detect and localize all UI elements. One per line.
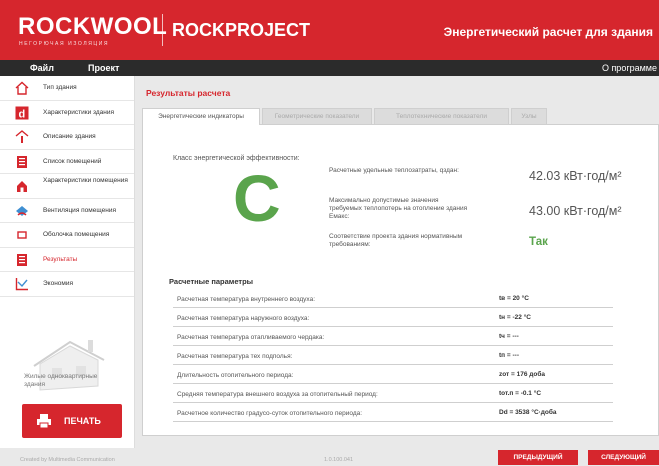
menu-file[interactable]: Файл (30, 63, 54, 73)
envelope-icon (17, 231, 27, 239)
info-house-icon (15, 130, 29, 143)
results-icon (17, 253, 27, 266)
print-button[interactable]: ПЕЧАТЬ (22, 404, 122, 438)
param-row: Расчетная температура отапливаемого черд… (173, 327, 613, 346)
sidebar-item-label: Характеристики помещения (43, 177, 128, 184)
sidebar-item-label: Результаты (43, 255, 78, 263)
sidebar-item-label: Оболочка помещения (43, 231, 110, 238)
sidebar-item-room-list[interactable]: Список помещений (0, 150, 134, 174)
params-title: Расчетные параметры (169, 277, 254, 286)
indicator-value: 43.00 кВт·год/м² (529, 204, 622, 218)
product-name: ROCKPROJECT (172, 20, 311, 40)
param-row: Расчетная температура тех подполья: tп =… (173, 346, 613, 365)
param-label: Расчетная температура наружного воздуха: (177, 315, 310, 322)
room-list-icon (17, 155, 27, 168)
menu-bar: Файл Проект О программе (0, 60, 659, 76)
sidebar-item-building-characteristics[interactable]: d Характеристики здания (0, 101, 134, 125)
sidebar-item-label: Описание здания (43, 133, 96, 140)
indicator-value: 42.03 кВт·год/м² (529, 169, 622, 183)
results-panel: Класс энергетической эффективности: C Ра… (142, 124, 659, 436)
building-type-caption: Жилые одноквартирные здания (24, 373, 98, 388)
next-button[interactable]: СЛЕДУЮЩИЙ (588, 450, 659, 465)
tab-thermal-indicators[interactable]: Теплотехнические показатели (374, 108, 509, 124)
sidebar-item-label: Список помещений (43, 157, 102, 165)
tab-geometric-indicators[interactable]: Геометрические показатели (262, 108, 372, 124)
print-button-label: ПЕЧАТЬ (64, 416, 101, 426)
indicator-label: Расчетные удельные теплозатраты, qздан: (329, 167, 459, 174)
sidebar-item-room-envelope[interactable]: Оболочка помещения (0, 223, 134, 248)
param-value: zот = 176 доба (499, 371, 546, 378)
previous-button[interactable]: ПРЕДЫДУЩИЙ (498, 450, 578, 465)
footer-version: 1.0.100.041 (324, 457, 354, 463)
sidebar-item-economy[interactable]: Экономия (0, 272, 134, 297)
room-characteristics-icon (17, 181, 27, 192)
sidebar-item-room-characteristics[interactable]: Характеристики помещения (0, 174, 134, 199)
param-row: Длительность отопительного периода: zот … (173, 365, 613, 384)
sidebar-item-building-type[interactable]: Тип здания (0, 76, 134, 101)
brand-tagline: НЕГОРЮЧАЯ ИЗОЛЯЦИЯ (19, 41, 110, 47)
param-value: tн = -22 °C (499, 314, 531, 321)
indicator-label: Соответствие проекта здания нормативным … (329, 233, 463, 248)
sidebar: Тип здания d Характеристики здания Описа… (0, 76, 135, 448)
sidebar-item-label: Экономия (43, 280, 74, 287)
param-label: Расчетная температура внутреннего воздух… (177, 296, 316, 303)
param-label: Средняя температура внешнего воздуха за … (177, 391, 378, 398)
sidebar-item-label: Вентиляция помещения (43, 206, 116, 214)
menu-project[interactable]: Проект (88, 63, 119, 73)
indicator-label: Максимально допустимые значения требуемы… (329, 197, 468, 220)
printer-icon (37, 414, 51, 429)
sidebar-item-building-description[interactable]: Описание здания (0, 125, 134, 150)
compliance-value: Так (529, 236, 548, 248)
tab-energy-indicators[interactable]: Энергетические индикаторы (142, 108, 260, 125)
param-value: tч = --- (499, 333, 519, 340)
param-label: Расчетная температура тех подполья: (177, 353, 293, 360)
param-row: Расчетная температура наружного воздуха:… (173, 308, 613, 327)
param-row: Расчетное количество градусо-суток отопи… (173, 403, 613, 422)
param-label: Длительность отопительного периода: (177, 372, 294, 379)
param-label: Расчетное количество градусо-суток отопи… (177, 410, 363, 417)
menu-about[interactable]: О программе (602, 63, 657, 73)
param-row: Расчетная температура внутреннего воздух… (173, 289, 613, 308)
param-row: Средняя температура внешнего воздуха за … (173, 384, 613, 403)
footer-credit: Created by Multimedia Communication (20, 457, 115, 463)
footer: Created by Multimedia Communication 1.0.… (0, 448, 659, 466)
sidebar-item-results[interactable]: Результаты (0, 248, 134, 272)
app-header: ROCKWOOL НЕГОРЮЧАЯ ИЗОЛЯЦИЯ ROCKPROJECT … (0, 0, 659, 60)
ventilation-icon (16, 205, 28, 216)
svg-text:d: d (19, 108, 26, 120)
sidebar-item-label: Тип здания (43, 84, 77, 91)
param-value: tот.п = -0.1 °C (499, 390, 542, 397)
logo-divider (162, 14, 163, 46)
brand-logo: ROCKWOOL (18, 13, 168, 40)
main-content: Результаты расчета Энергетические индика… (138, 80, 659, 442)
sidebar-item-room-ventilation[interactable]: Вентиляция помещения (0, 199, 134, 223)
page-title: Результаты расчета (146, 88, 231, 98)
house-icon (15, 81, 29, 95)
param-value: tп = --- (499, 352, 519, 359)
tab-nodes[interactable]: Узлы (511, 108, 547, 124)
param-value: Dd = 3538 °С·доба (499, 409, 557, 416)
app-title: Энергетический расчет для здания (443, 25, 653, 39)
sidebar-item-label: Характеристики здания (43, 108, 114, 116)
efficiency-class-grade: C (233, 161, 281, 235)
economy-chart-icon (15, 278, 28, 291)
param-label: Расчетная температура отапливаемого черд… (177, 334, 325, 341)
letter-d-icon: d (15, 106, 29, 120)
param-value: tв = 20 °C (499, 295, 529, 302)
